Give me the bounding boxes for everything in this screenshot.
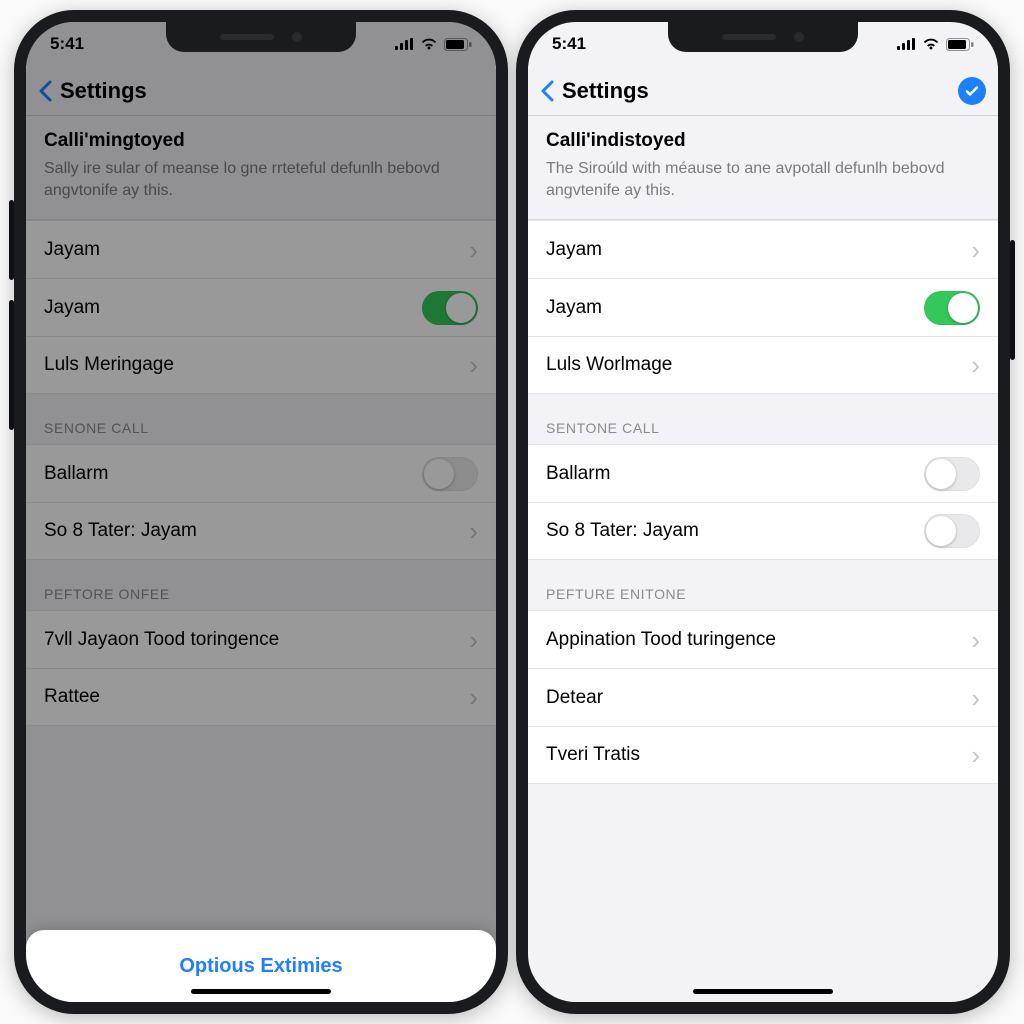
- phone-frame-left: 5:41 Settings Calli'mingtoyed Sally ire …: [14, 10, 508, 1014]
- group-2: Ballarm So 8 Tater: Jayam›: [26, 444, 496, 560]
- settings-row[interactable]: Jayam: [528, 278, 998, 336]
- content-left: Calli'mingtoyed Sally ire sular of means…: [26, 116, 496, 1002]
- row-label: Luls Meringage: [44, 354, 461, 376]
- row-label: Luls Worlmage: [546, 354, 963, 376]
- settings-row[interactable]: So 8 Tater: Jayam: [528, 502, 998, 560]
- chevron-right-icon: ›: [963, 742, 980, 768]
- screen-left: 5:41 Settings Calli'mingtoyed Sally ire …: [26, 22, 496, 1002]
- home-indicator[interactable]: [191, 989, 331, 994]
- back-button[interactable]: [38, 80, 56, 102]
- row-label: Ballarm: [546, 463, 924, 485]
- row-label: So 8 Tater: Jayam: [44, 520, 461, 542]
- row-label: Rattee: [44, 686, 461, 708]
- group-header-3: PEFTORE ONFEE: [26, 560, 496, 610]
- settings-row[interactable]: Luls Meringage›: [26, 336, 496, 394]
- toggle-switch[interactable]: [422, 291, 478, 325]
- row-label: 7vll Jayaon Tood toringence: [44, 629, 461, 651]
- row-label: Ballarm: [44, 463, 422, 485]
- group-1: Jayam›JayamLuls Worlmage›: [528, 220, 998, 394]
- row-label: Tveri Tratis: [546, 744, 963, 766]
- status-icons: [395, 38, 472, 51]
- settings-row[interactable]: Rattee›: [26, 668, 496, 726]
- group-header-2: SENTONE CALL: [528, 394, 998, 444]
- settings-row[interactable]: So 8 Tater: Jayam›: [26, 502, 496, 560]
- chevron-left-icon: [38, 80, 52, 102]
- settings-row[interactable]: Luls Worlmage›: [528, 336, 998, 394]
- chevron-right-icon: ›: [461, 684, 478, 710]
- nav-bar: Settings: [26, 66, 496, 116]
- content-right: Calli'indistoyed The Siroúld with méause…: [528, 116, 998, 1002]
- page-title: Settings: [60, 78, 147, 104]
- notch: [166, 22, 356, 52]
- toggle-switch[interactable]: [422, 457, 478, 491]
- status-time: 5:41: [552, 34, 586, 54]
- intro-heading: Calli'indistoyed: [546, 130, 980, 152]
- row-label: Jayam: [546, 297, 924, 319]
- nav-bar: Settings: [528, 66, 998, 116]
- row-label: Appination Tood turingence: [546, 629, 963, 651]
- row-label: Jayam: [44, 239, 461, 261]
- home-indicator[interactable]: [693, 989, 833, 994]
- settings-row[interactable]: Ballarm: [528, 444, 998, 502]
- row-label: So 8 Tater: Jayam: [546, 520, 924, 542]
- battery-icon: [444, 38, 472, 51]
- intro-block: Calli'indistoyed The Siroúld with méause…: [528, 116, 998, 220]
- back-button[interactable]: [540, 80, 558, 102]
- screen-right: 5:41 Settings Calli'indis: [528, 22, 998, 1002]
- group-2: Ballarm So 8 Tater: Jayam: [528, 444, 998, 560]
- row-label: Detear: [546, 687, 963, 709]
- toggle-knob: [446, 293, 476, 323]
- toggle-knob: [926, 459, 956, 489]
- status-icons: [897, 38, 974, 51]
- toggle-knob: [926, 516, 956, 546]
- group-1: Jayam›JayamLuls Meringage›: [26, 220, 496, 394]
- group-3: 7vll Jayaon Tood toringence›Rattee›: [26, 610, 496, 726]
- settings-row[interactable]: Jayam›: [26, 220, 496, 278]
- notch: [668, 22, 858, 52]
- toggle-knob: [424, 459, 454, 489]
- cellular-icon: [897, 38, 916, 50]
- group-3: Appination Tood turingence›Detear›Tveri …: [528, 610, 998, 784]
- settings-row[interactable]: Tveri Tratis›: [528, 726, 998, 784]
- chevron-right-icon: ›: [461, 518, 478, 544]
- page-title: Settings: [562, 78, 649, 104]
- sheet-primary-button[interactable]: Optious Extimies: [179, 955, 342, 978]
- chevron-right-icon: ›: [963, 627, 980, 653]
- intro-heading: Calli'mingtoyed: [44, 130, 478, 152]
- wifi-icon: [922, 38, 940, 50]
- confirm-check-button[interactable]: [958, 77, 986, 105]
- cellular-icon: [395, 38, 414, 50]
- intro-body: The Siroúld with méause to ane avpotall …: [546, 158, 980, 201]
- status-time: 5:41: [50, 34, 84, 54]
- toggle-switch[interactable]: [924, 457, 980, 491]
- battery-icon: [946, 38, 974, 51]
- intro-block: Calli'mingtoyed Sally ire sular of means…: [26, 116, 496, 220]
- chevron-right-icon: ›: [963, 685, 980, 711]
- chevron-right-icon: ›: [461, 237, 478, 263]
- row-label: Jayam: [44, 297, 422, 319]
- settings-row[interactable]: Jayam: [26, 278, 496, 336]
- chevron-right-icon: ›: [963, 352, 980, 378]
- group-header-2: SENONE CALL: [26, 394, 496, 444]
- phone-frame-right: 5:41 Settings Calli'indis: [516, 10, 1010, 1014]
- settings-row[interactable]: Detear›: [528, 668, 998, 726]
- settings-row[interactable]: Jayam›: [528, 220, 998, 278]
- chevron-right-icon: ›: [461, 352, 478, 378]
- check-icon: [964, 83, 980, 99]
- settings-row[interactable]: 7vll Jayaon Tood toringence›: [26, 610, 496, 668]
- row-label: Jayam: [546, 239, 963, 261]
- toggle-switch[interactable]: [924, 514, 980, 548]
- chevron-right-icon: ›: [461, 627, 478, 653]
- toggle-knob: [948, 293, 978, 323]
- chevron-left-icon: [540, 80, 554, 102]
- wifi-icon: [420, 38, 438, 50]
- settings-row[interactable]: Ballarm: [26, 444, 496, 502]
- toggle-switch[interactable]: [924, 291, 980, 325]
- settings-row[interactable]: Appination Tood turingence›: [528, 610, 998, 668]
- intro-body: Sally ire sular of meanse lo gne rrtetef…: [44, 158, 478, 201]
- chevron-right-icon: ›: [963, 237, 980, 263]
- comparison-stage: 5:41 Settings Calli'mingtoyed Sally ire …: [0, 0, 1024, 1024]
- group-header-3: PEFTURE ENITONE: [528, 560, 998, 610]
